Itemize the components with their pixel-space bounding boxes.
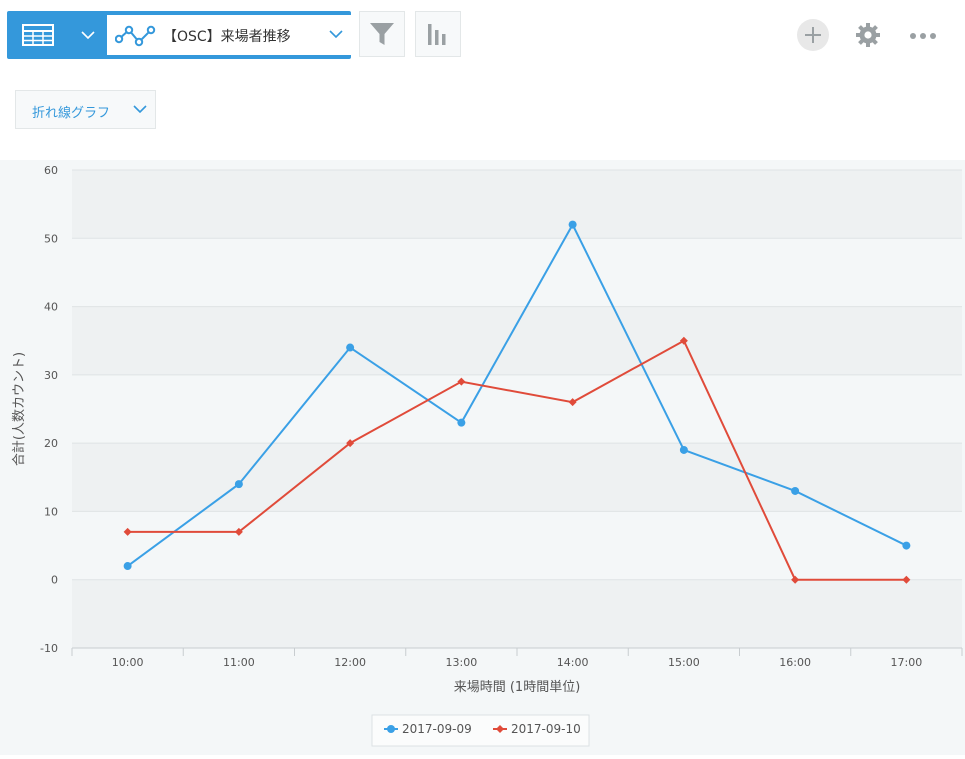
chevron-down-icon <box>329 30 343 38</box>
data-point <box>902 541 911 550</box>
bar-chart-icon <box>428 24 446 45</box>
line-chart: -10 0 10 20 30 40 50 60 10:00 11:00 12:00 13:00 14:0… <box>11 164 963 747</box>
x-tick-label: 15:00 <box>668 656 700 669</box>
x-tick-label: 13:00 <box>446 656 478 669</box>
plot-band <box>72 306 962 375</box>
x-tick-label: 10:00 <box>112 656 144 669</box>
plot-band <box>72 443 962 512</box>
y-axis-title: 合計(人数カウント) <box>11 352 27 466</box>
x-tick-label: 17:00 <box>891 656 923 669</box>
filter-icon <box>370 23 394 45</box>
plot-band <box>72 238 962 307</box>
report-toolbar: 【OSC】来場者推移 <box>7 11 353 59</box>
data-point <box>679 445 688 454</box>
chevron-down-icon <box>81 31 95 39</box>
view-dropdown-button[interactable] <box>69 11 107 59</box>
chart-type-select[interactable]: 折れ線グラフ <box>15 90 156 129</box>
plot-band <box>72 374 962 444</box>
x-tick-label: 16:00 <box>779 656 811 669</box>
x-axis-title: 来場時間 (1時間単位) <box>454 679 581 695</box>
report-select[interactable]: 【OSC】来場者推移 <box>107 15 353 55</box>
data-point <box>457 418 466 427</box>
y-tick-label: 50 <box>44 232 58 245</box>
add-button[interactable] <box>797 19 829 51</box>
chart-type-label: 折れ線グラフ <box>32 106 111 121</box>
legend-marker <box>387 725 395 733</box>
y-tick-label: 10 <box>44 505 58 518</box>
line-chart-icon <box>115 25 156 47</box>
settings-button[interactable] <box>855 22 881 52</box>
y-tick-label: 30 <box>44 369 58 382</box>
report-name: 【OSC】来場者推移 <box>163 29 291 45</box>
more-icon <box>910 33 936 39</box>
x-tick-label: 12:00 <box>334 656 366 669</box>
filter-button[interactable] <box>359 11 405 57</box>
plot-band <box>72 511 962 580</box>
plot-band <box>72 579 962 648</box>
y-tick-label: 0 <box>51 574 58 587</box>
data-point <box>234 480 243 489</box>
table-icon <box>22 24 54 46</box>
y-tick-label: -10 <box>40 642 58 655</box>
x-tick-label: 11:00 <box>223 656 255 669</box>
data-point <box>791 486 800 495</box>
plus-icon <box>805 27 821 43</box>
data-point <box>346 343 355 352</box>
gear-icon <box>856 23 880 47</box>
x-tick-label: 14:00 <box>557 656 589 669</box>
plot-band <box>72 170 962 239</box>
data-point <box>123 562 132 571</box>
table-view-button[interactable] <box>7 11 69 59</box>
legend-label: 2017-09-09 <box>402 722 472 736</box>
y-tick-label: 20 <box>44 437 58 450</box>
graph-button[interactable] <box>415 11 461 57</box>
y-tick-label: 60 <box>44 164 58 177</box>
y-tick-label: 40 <box>44 301 58 314</box>
chart-area: -10 0 10 20 30 40 50 60 10:00 11:00 12:00 13:00 14:0… <box>0 160 965 755</box>
more-button[interactable] <box>908 28 938 47</box>
legend-label: 2017-09-10 <box>511 722 581 736</box>
chevron-down-icon <box>133 105 147 113</box>
data-point <box>568 220 577 229</box>
